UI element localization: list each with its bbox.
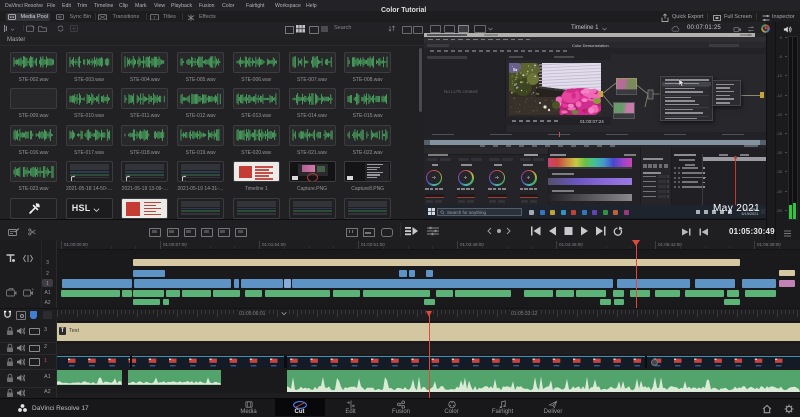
svg-text:T: T: [153, 14, 156, 19]
